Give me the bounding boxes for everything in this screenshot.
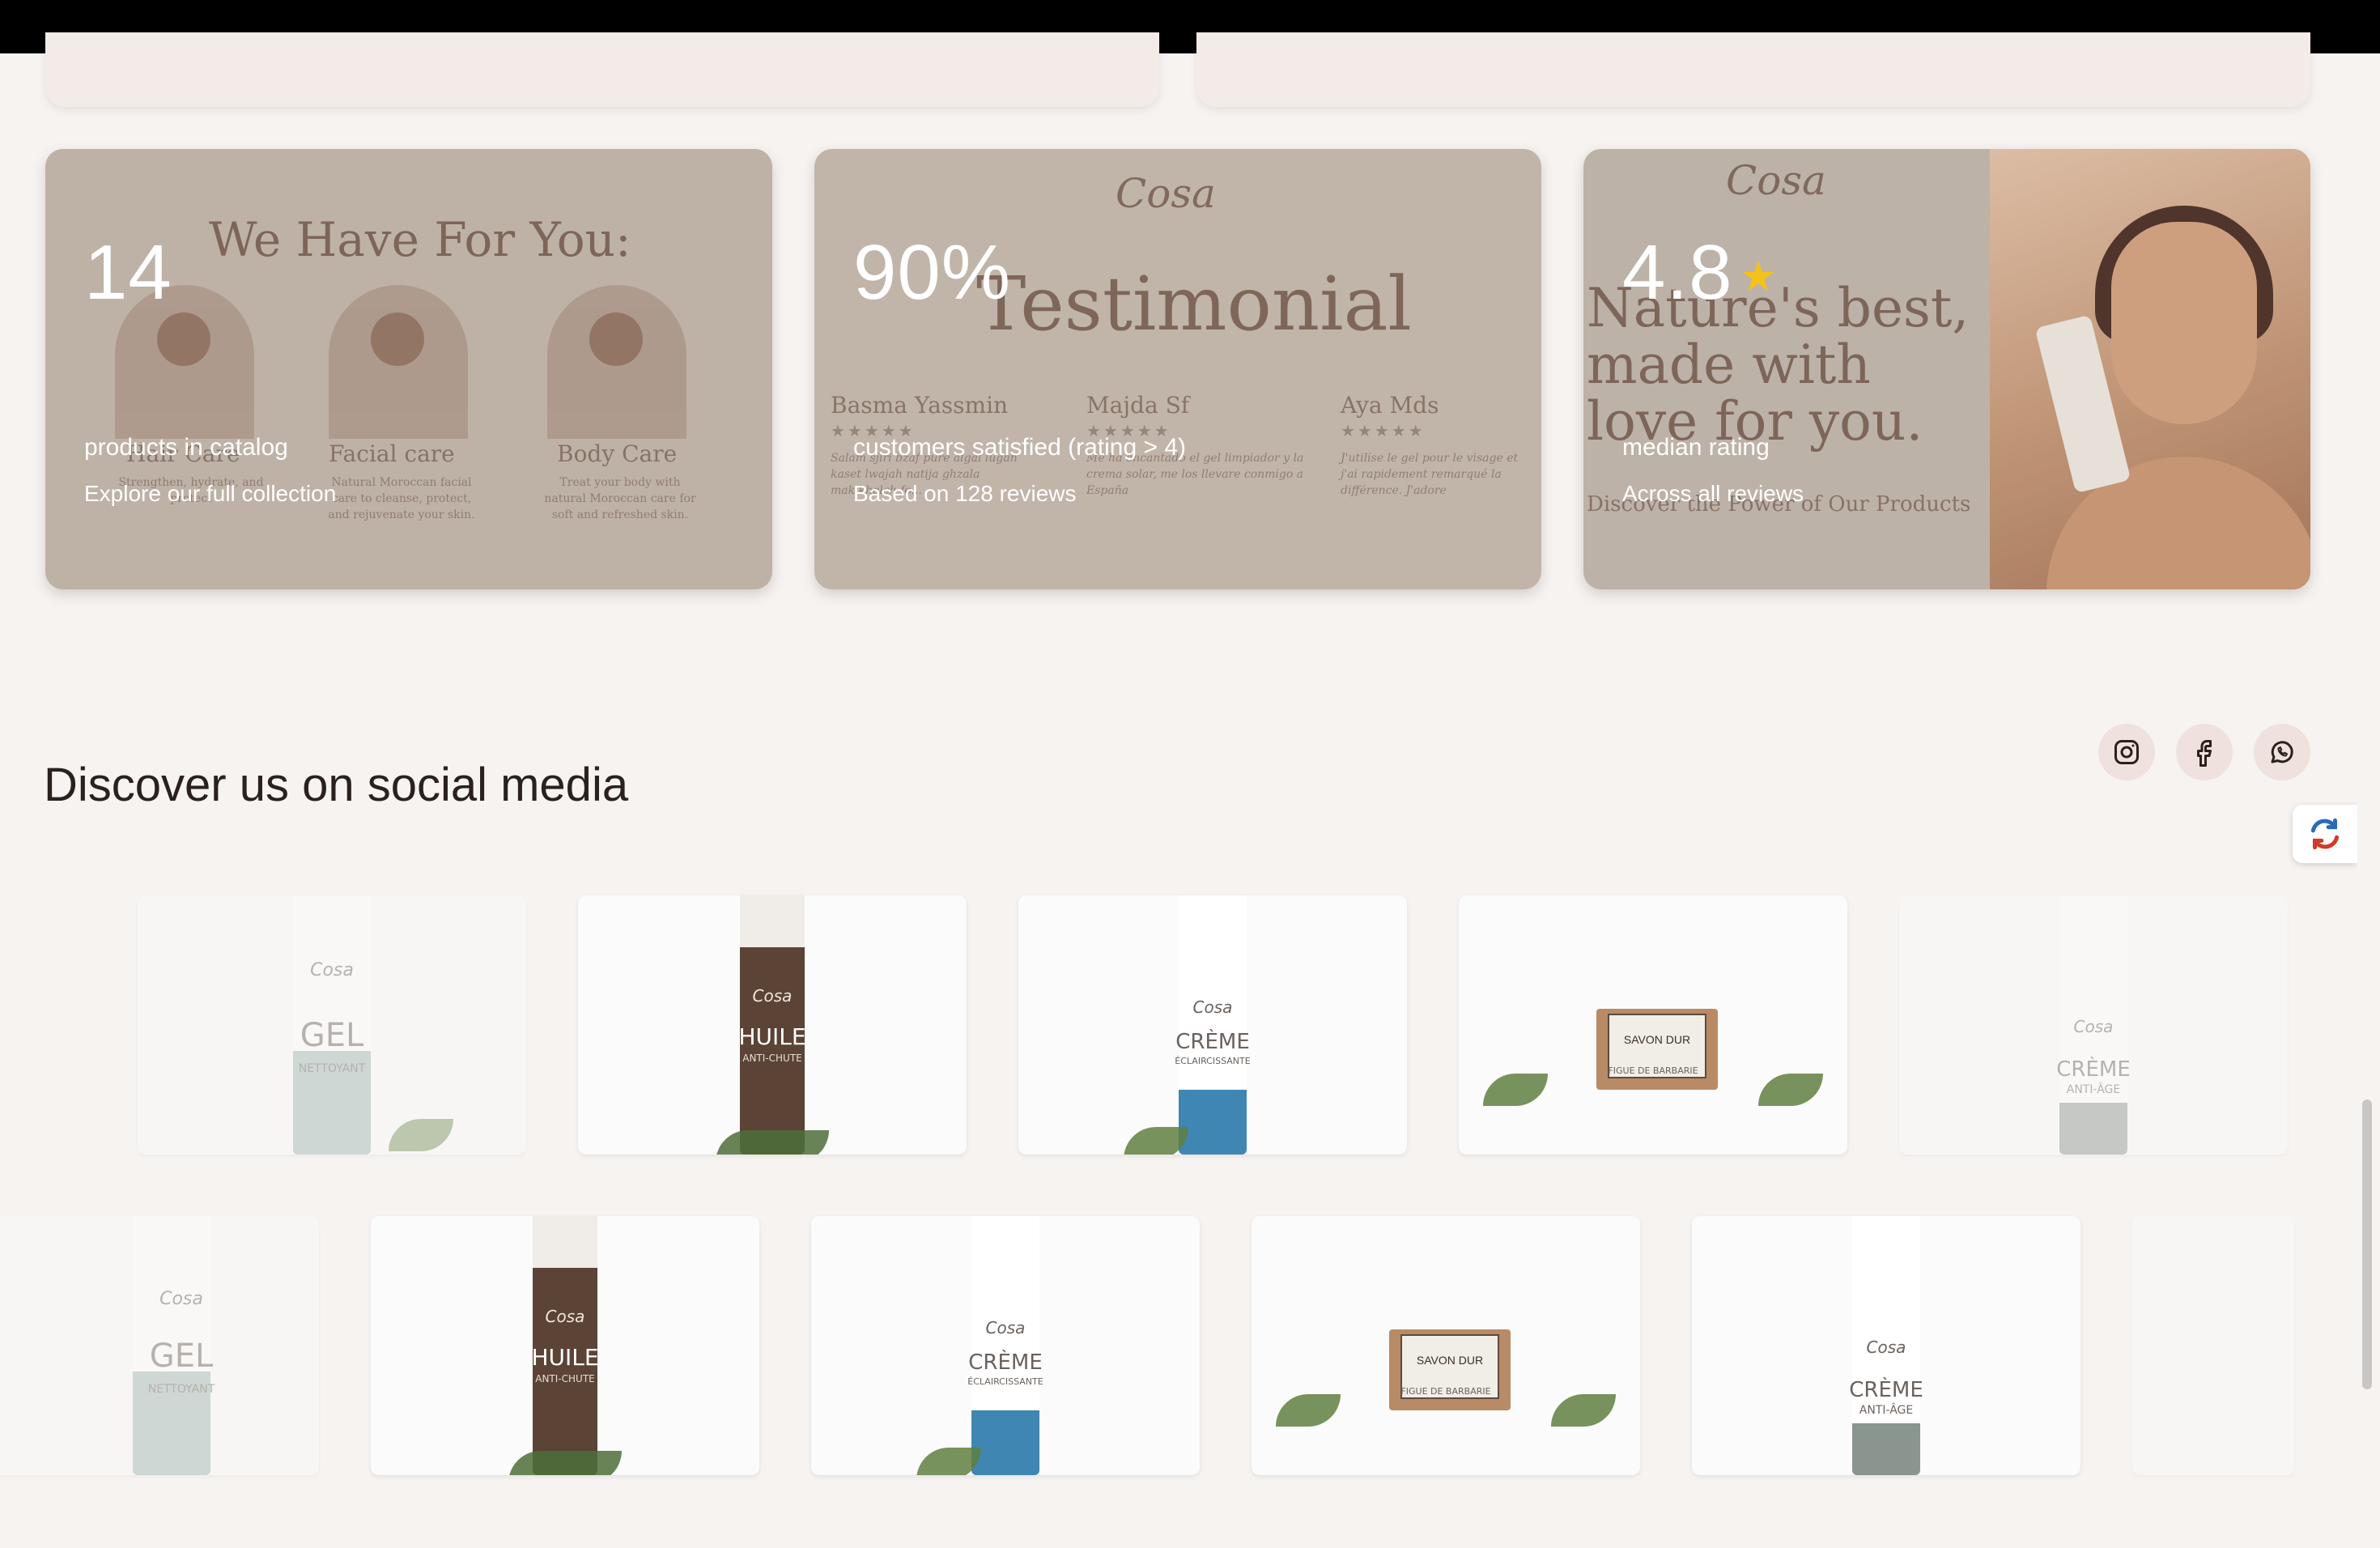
stat-value: 90%: [853, 229, 1012, 316]
product-tile[interactable]: Cosa HUILE ANTI-CHUTE: [371, 1216, 759, 1475]
instagram-icon: [2114, 740, 2139, 764]
product-tile[interactable]: Cosa CRÈME ANTI-ÂGE: [1692, 1216, 2080, 1475]
stat-subtext: Explore our full collection: [84, 481, 337, 506]
instagram-button[interactable]: [2098, 724, 2155, 780]
product-tile[interactable]: [2132, 1216, 2294, 1475]
card-overlay: [814, 149, 1541, 589]
product-tile[interactable]: Cosa GEL NETTOYANT: [138, 895, 526, 1155]
social-section-title: Discover us on social media: [44, 759, 629, 812]
product-tile[interactable]: Cosa CRÈME ÉCLAIRCISSANTE: [1018, 895, 1407, 1155]
facebook-button[interactable]: [2176, 724, 2233, 780]
chat-widget-button[interactable]: [2293, 805, 2357, 863]
scrollbar-thumb[interactable]: [2362, 1099, 2372, 1389]
product-tile[interactable]: Cosa GEL NETTOYANT: [0, 1216, 319, 1475]
stat-card-satisfaction[interactable]: Cosa Testimonial Basma Yassmin Majda Sf …: [814, 149, 1541, 589]
stat-subtext: Based on 128 reviews: [853, 481, 1077, 506]
stat-label: products in catalog: [84, 434, 288, 461]
stat-label: median rating: [1622, 434, 1770, 461]
product-tile[interactable]: SAVON DUR FIGUE DE BARBARIE: [1459, 895, 1847, 1155]
whatsapp-button[interactable]: [2254, 724, 2310, 780]
sync-icon: [2310, 818, 2340, 850]
stat-value: 14: [84, 229, 172, 316]
previous-card-right: [1196, 32, 2310, 107]
card-overlay: [1583, 149, 2310, 589]
card-overlay: [45, 149, 772, 589]
stat-subtext: Across all reviews: [1622, 481, 1804, 506]
stat-value: 4.8 ★: [1622, 228, 1778, 317]
product-tile[interactable]: Cosa CRÈME ÉCLAIRCISSANTE: [811, 1216, 1200, 1475]
facebook-icon: [2197, 740, 2212, 767]
stat-value-number: 4.8: [1622, 229, 1733, 316]
stat-card-products[interactable]: We Have For You: Hair Care Facial care B…: [45, 149, 772, 589]
product-tile[interactable]: Cosa CRÈME ANTI-ÂGE: [1899, 895, 2288, 1155]
product-tile[interactable]: SAVON DUR FIGUE DE BARBARIE: [1252, 1216, 1640, 1475]
product-tile[interactable]: Cosa HUILE ANTI-CHUTE: [578, 895, 967, 1155]
star-icon: ★: [1739, 253, 1779, 300]
stat-label: customers satisfied (rating > 4): [853, 434, 1186, 461]
stat-card-rating[interactable]: Cosa Nature's best, made with love for y…: [1583, 149, 2310, 589]
previous-card-left: [45, 32, 1159, 107]
whatsapp-icon: [2271, 741, 2293, 763]
